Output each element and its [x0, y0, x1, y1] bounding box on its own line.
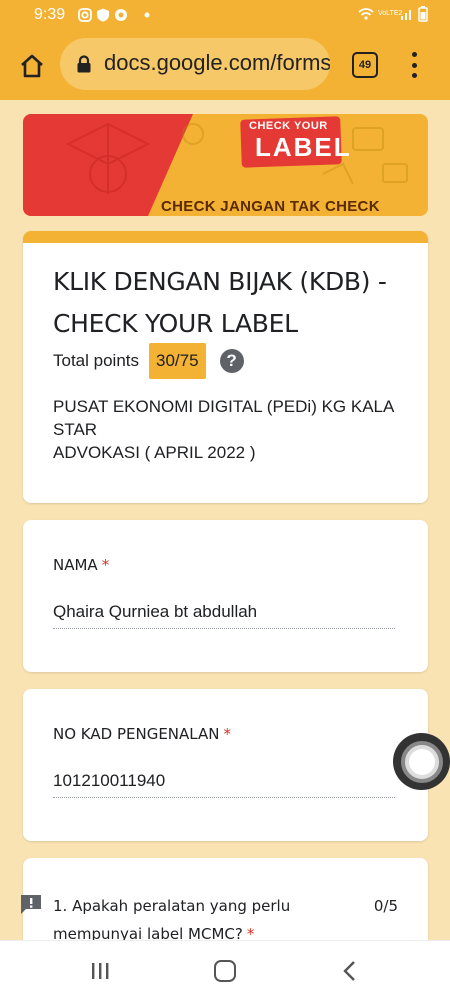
address-bar[interactable]: docs.google.com/forms: [60, 38, 330, 90]
status-bar: 9:39 VoLTE2: [0, 0, 450, 30]
form-title: KLIK DENGAN BIJAK (KDB) - CHECK YOUR LAB…: [53, 267, 387, 338]
overflow-menu-button[interactable]: [404, 50, 424, 80]
wifi-icon: [358, 8, 374, 20]
feedback-alert-icon: [21, 895, 41, 914]
signal-icon: [401, 10, 411, 20]
question-label: NAMA *: [53, 556, 110, 574]
points-row: Total points 30/75 ?: [53, 343, 244, 379]
recents-icon[interactable]: [90, 961, 110, 981]
tab-switcher-button[interactable]: 49: [352, 52, 378, 78]
form-header-banner: CHECK YOUR LABEL CHECK JANGAN TAK CHECK: [23, 114, 428, 216]
question-card-nama: NAMA * Qhaira Qurniea bt abdullah: [23, 520, 428, 672]
required-asterisk: *: [223, 725, 231, 743]
home-nav-icon[interactable]: [214, 960, 236, 982]
system-nav-bar: [0, 940, 450, 1000]
volte-label: VoLTE2: [378, 10, 403, 17]
browser-toolbar: docs.google.com/forms 49: [0, 30, 450, 100]
question-card-ic: NO KAD PENGENALAN * 101210011940: [23, 689, 428, 841]
points-badge: 30/75: [149, 343, 206, 379]
banner-tagline: CHECK JANGAN TAK CHECK: [161, 198, 380, 215]
status-time: 9:39: [34, 6, 66, 23]
home-icon[interactable]: [18, 52, 46, 80]
banner-badge-top: CHECK YOUR: [249, 120, 328, 132]
form-title-card: KLIK DENGAN BIJAK (KDB) - CHECK YOUR LAB…: [23, 231, 428, 503]
floating-assistive-button[interactable]: [393, 733, 450, 790]
description-line: PUSAT EKONOMI DIGITAL (PEDi) KG KALA STA…: [53, 397, 394, 439]
notification-dot-icon: [144, 12, 150, 18]
points-label: Total points: [53, 351, 139, 370]
description-line: ADVOKASI ( APRIL 2022 ): [53, 443, 256, 462]
answer-field-ic[interactable]: 101210011940: [53, 771, 395, 798]
help-icon[interactable]: ?: [219, 349, 244, 373]
banner-badge-main: LABEL: [255, 132, 352, 162]
url-text: docs.google.com/forms: [104, 50, 330, 75]
title-card-accent: [23, 231, 428, 243]
required-asterisk: *: [101, 556, 110, 574]
shield-icon: [97, 8, 109, 22]
lock-icon: [77, 55, 91, 73]
form-description: PUSAT EKONOMI DIGITAL (PEDi) KG KALA STA…: [53, 395, 403, 464]
battery-icon: [418, 6, 428, 22]
instagram-icon: [78, 8, 92, 22]
back-icon[interactable]: [342, 960, 358, 982]
question-score: 0/5: [373, 897, 398, 915]
status-right-group: VoLTE2: [358, 6, 428, 22]
answer-field-nama[interactable]: Qhaira Qurniea bt abdullah: [53, 602, 395, 629]
question-label: NO KAD PENGENALAN *: [53, 725, 231, 743]
browser-app-icon: [115, 9, 127, 21]
